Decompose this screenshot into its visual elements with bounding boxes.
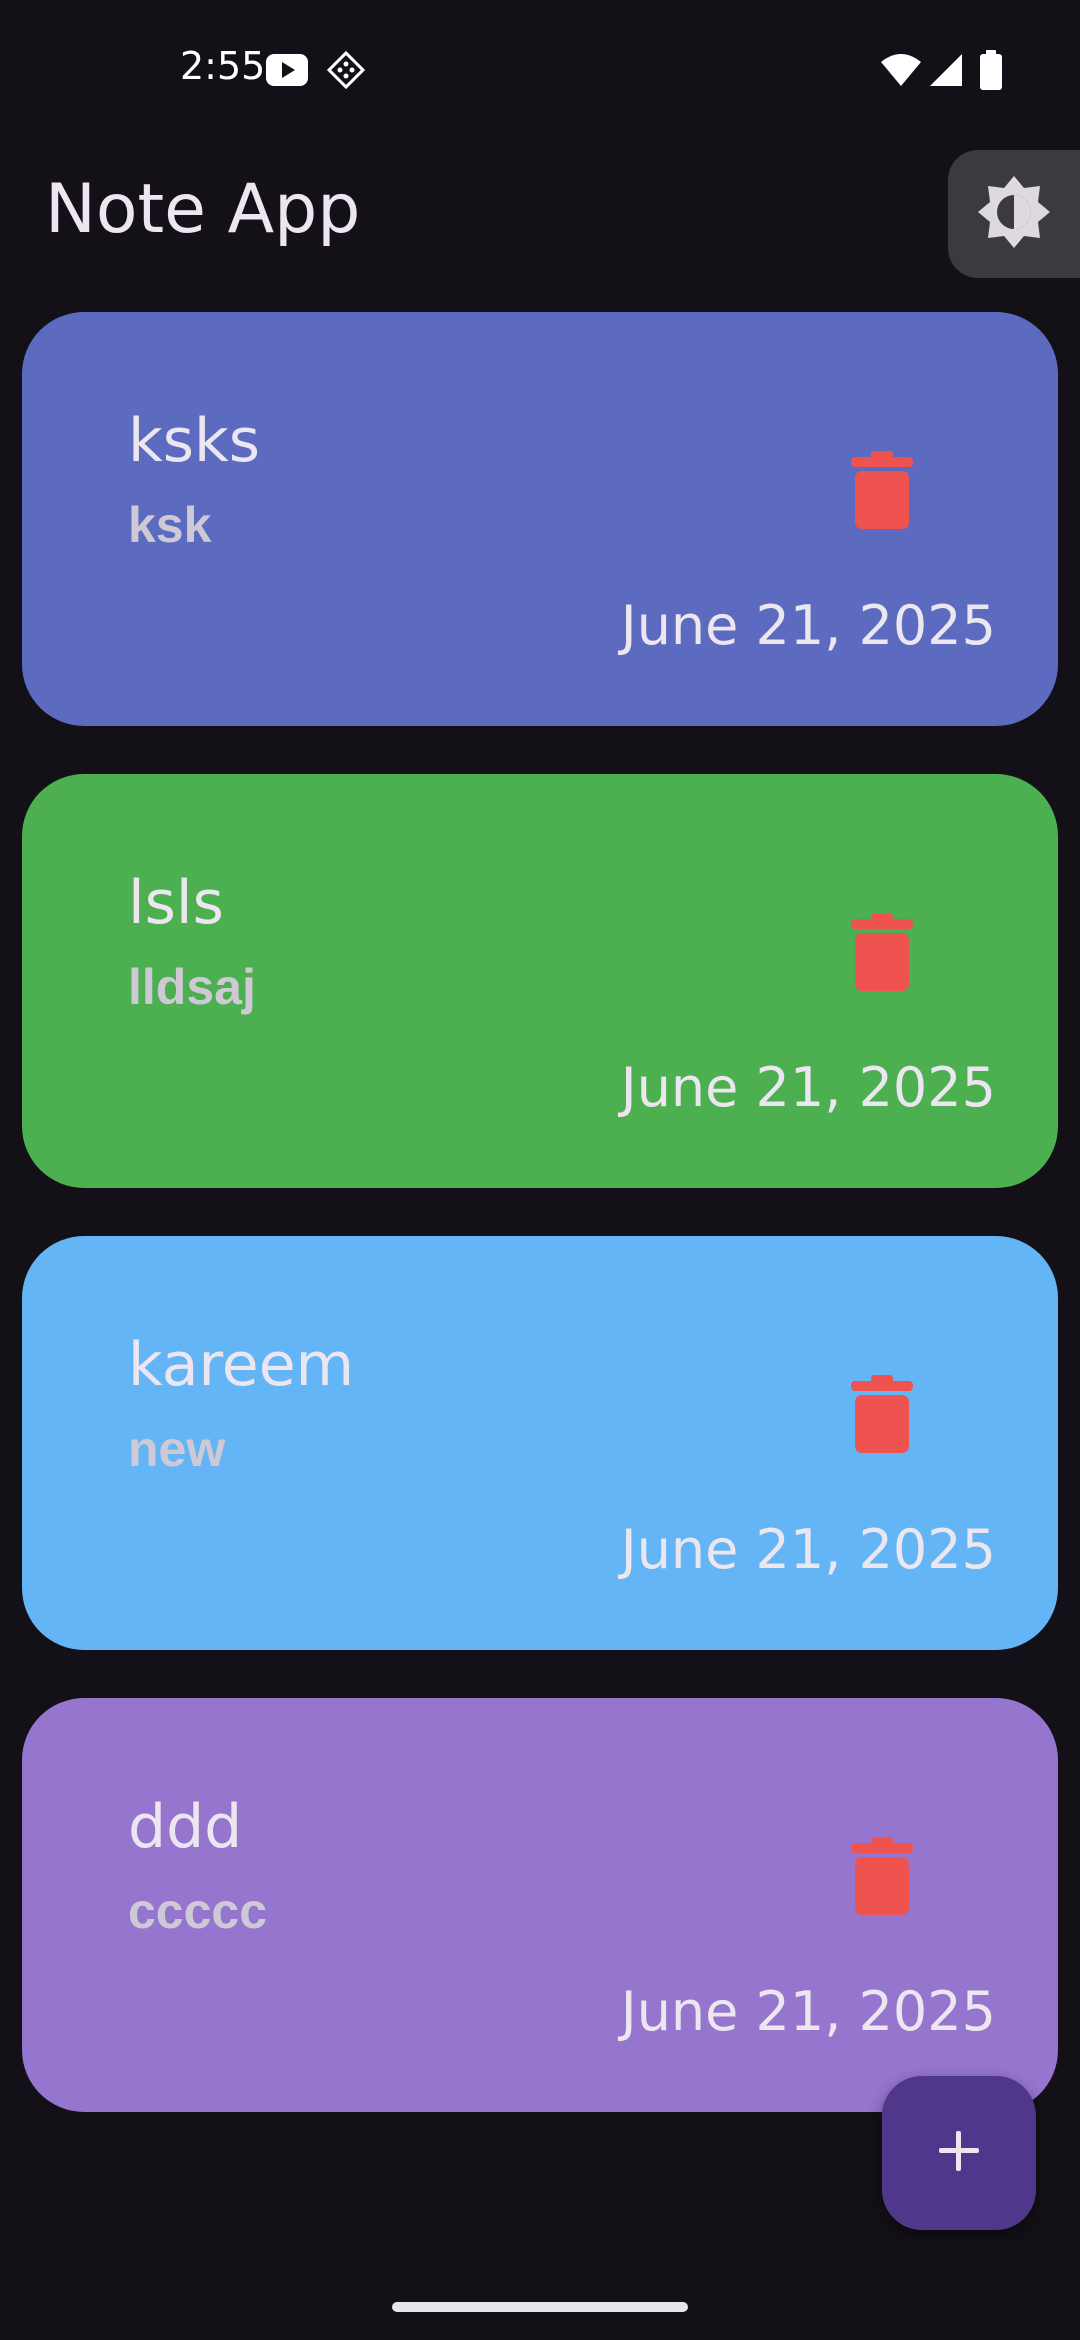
delete-note-button[interactable] xyxy=(822,894,942,1014)
note-card[interactable]: ddd ccccc June 21, 2025 xyxy=(22,1698,1058,2112)
note-card[interactable]: ksks ksk June 21, 2025 xyxy=(22,312,1058,726)
trash-icon xyxy=(851,912,913,996)
remote-access-icon xyxy=(326,50,366,95)
trash-icon xyxy=(851,1374,913,1458)
trash-icon xyxy=(851,450,913,534)
note-title: ddd xyxy=(128,1792,243,1862)
note-content: ccccc xyxy=(128,1883,268,1939)
youtube-icon xyxy=(266,54,308,91)
add-note-button[interactable] xyxy=(882,2076,1036,2230)
delete-note-button[interactable] xyxy=(822,1356,942,1476)
note-title: ksks xyxy=(128,406,261,476)
delete-note-button[interactable] xyxy=(822,1818,942,1938)
note-content: new xyxy=(128,1421,226,1477)
home-indicator[interactable] xyxy=(392,2302,688,2312)
cellular-signal-icon xyxy=(928,52,964,93)
note-card[interactable]: kareem new June 21, 2025 xyxy=(22,1236,1058,1650)
note-content: ksk xyxy=(128,497,212,553)
note-date: June 21, 2025 xyxy=(620,594,996,657)
brightness-icon xyxy=(976,174,1052,255)
note-title: lsls xyxy=(128,868,224,938)
status-time: 2:55 xyxy=(180,44,266,88)
note-title: kareem xyxy=(128,1330,355,1400)
note-date: June 21, 2025 xyxy=(620,1980,996,2043)
delete-note-button[interactable] xyxy=(822,432,942,552)
note-date: June 21, 2025 xyxy=(620,1056,996,1119)
note-content: lldsaj xyxy=(128,959,256,1015)
theme-toggle-button[interactable] xyxy=(948,150,1080,278)
plus-icon xyxy=(937,2129,981,2178)
battery-icon xyxy=(980,50,1002,95)
note-card[interactable]: lsls lldsaj June 21, 2025 xyxy=(22,774,1058,1188)
wifi-icon xyxy=(880,52,922,93)
status-bar: 2:55 xyxy=(0,0,1080,140)
page-title: Note App xyxy=(45,170,361,249)
note-date: June 21, 2025 xyxy=(620,1518,996,1581)
trash-icon xyxy=(851,1836,913,1920)
